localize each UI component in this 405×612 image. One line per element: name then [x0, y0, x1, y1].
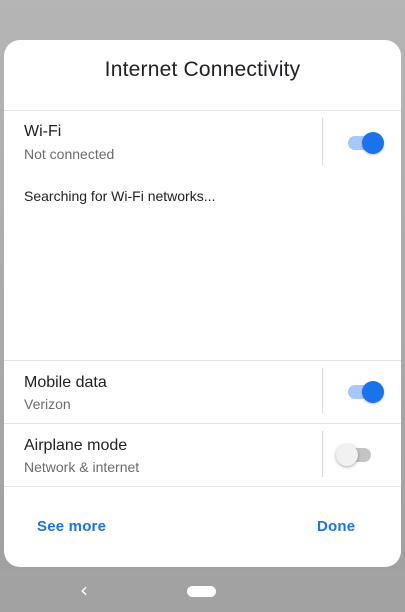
wifi-search-message: Searching for Wi-Fi networks...	[24, 188, 216, 204]
wifi-label: Wi-Fi	[24, 123, 62, 140]
networks-divider	[4, 360, 401, 361]
airplane-mode-divider	[322, 431, 323, 477]
home-pill-icon[interactable]	[187, 586, 216, 597]
done-button[interactable]: Done	[317, 518, 355, 535]
wifi-toggle-thumb	[362, 132, 384, 154]
airplane-mode-subtitle: Network & internet	[24, 459, 140, 475]
airplane-mode-label: Airplane mode	[24, 437, 128, 454]
wifi-toggle[interactable]	[343, 131, 387, 155]
panel-title: Internet Connectivity	[104, 58, 301, 81]
mobile-data-toggle-thumb	[362, 381, 384, 403]
navigation-bar: ‹	[0, 570, 405, 612]
mobile-data-carrier: Verizon	[24, 396, 71, 412]
wifi-status: Not connected	[24, 146, 115, 162]
see-more-button[interactable]: See more	[37, 518, 106, 535]
airplane-mode-toggle-thumb	[336, 444, 358, 466]
mobile-data-toggle[interactable]	[343, 380, 387, 404]
chevron-left-icon[interactable]: ‹	[80, 578, 88, 602]
mobile-data-divider	[322, 368, 323, 414]
wifi-divider	[322, 118, 323, 166]
mobile-data-label: Mobile data	[24, 374, 107, 391]
actions-divider	[4, 486, 401, 487]
airplane-mode-toggle[interactable]	[336, 443, 380, 467]
internet-connectivity-panel: Internet Connectivity Wi-Fi Not connecte…	[4, 40, 401, 567]
title-divider	[4, 110, 401, 111]
mobile-data-row-divider	[4, 423, 401, 424]
